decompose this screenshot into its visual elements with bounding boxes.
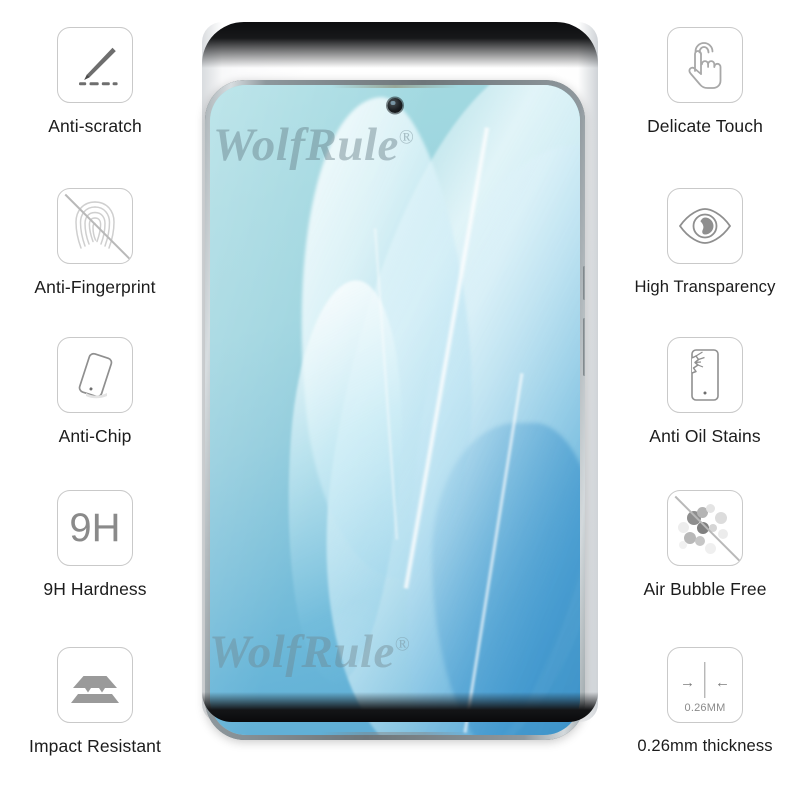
arrow-left-icon: ← xyxy=(715,674,730,691)
feature-anti-chip: Anti-Chip xyxy=(0,337,190,446)
feature-anti-fingerprint: Anti-Fingerprint xyxy=(0,188,190,297)
glass-top-rim xyxy=(202,22,598,68)
feature-label: High Transparency xyxy=(634,277,776,296)
feature-label: Anti Oil Stains xyxy=(649,426,761,446)
hardness-9h-icon-text: 9H xyxy=(69,505,121,550)
eye-icon xyxy=(667,188,743,264)
feature-thickness: → ← 0.26MM 0.26mm thickness xyxy=(610,647,800,755)
feature-label: Anti-scratch xyxy=(48,116,142,136)
product-feature-graphic: Anti-scratch Anti-Fingerprint Anti-Chip … xyxy=(0,0,800,800)
bubbles-crossed-icon xyxy=(667,490,743,566)
arrow-right-icon: → xyxy=(680,674,695,691)
feature-label: 9H Hardness xyxy=(43,579,147,599)
tap-hand-icon xyxy=(667,27,743,103)
phone-screen xyxy=(210,85,580,735)
thickness-icon-text: 0.26MM xyxy=(684,702,726,714)
feature-9h-hardness: 9H 9H Hardness xyxy=(0,490,190,599)
front-camera-punch-hole xyxy=(387,98,403,113)
hardness-9h-icon: 9H xyxy=(57,490,133,566)
feature-label: Delicate Touch xyxy=(647,116,763,136)
feature-label: Air Bubble Free xyxy=(643,579,767,599)
feature-anti-scratch: Anti-scratch xyxy=(0,27,190,136)
bubble-cluster xyxy=(668,491,742,565)
tilted-phone-icon xyxy=(57,337,133,413)
feature-column-left: Anti-scratch Anti-Fingerprint Anti-Chip … xyxy=(0,0,190,800)
smartphone xyxy=(205,80,585,740)
thickness-caliper-icon: → ← 0.26MM xyxy=(667,647,743,723)
feature-anti-oil-stains: Anti Oil Stains xyxy=(610,337,800,446)
bottom-speaker-grille xyxy=(320,732,470,735)
feature-air-bubble-free: Air Bubble Free xyxy=(610,490,800,599)
volume-button[interactable] xyxy=(583,266,585,300)
feature-label: Anti-Chip xyxy=(58,426,132,446)
thickness-center-line xyxy=(704,662,706,698)
feature-label: Anti-Fingerprint xyxy=(34,277,156,297)
scratch-pen-icon xyxy=(57,27,133,103)
phone-with-glass-protector: WolfRule® WolfRule® xyxy=(185,0,615,800)
feature-delicate-touch: Delicate Touch xyxy=(610,27,800,136)
feature-high-transparency: High Transparency xyxy=(610,188,800,296)
feature-column-right: Delicate Touch High Transparency Anti Oi… xyxy=(610,0,800,800)
cracked-phone-icon xyxy=(667,337,743,413)
feature-label: Impact Resistant xyxy=(29,736,161,756)
layered-shield-icon xyxy=(57,647,133,723)
feature-label: 0.26mm thickness xyxy=(637,736,773,755)
glass-bottom-rim xyxy=(202,692,598,722)
feature-impact-resistant: Impact Resistant xyxy=(0,647,190,756)
power-button[interactable] xyxy=(583,318,585,376)
earpiece-slit xyxy=(331,85,459,88)
fingerprint-crossed-icon xyxy=(57,188,133,264)
